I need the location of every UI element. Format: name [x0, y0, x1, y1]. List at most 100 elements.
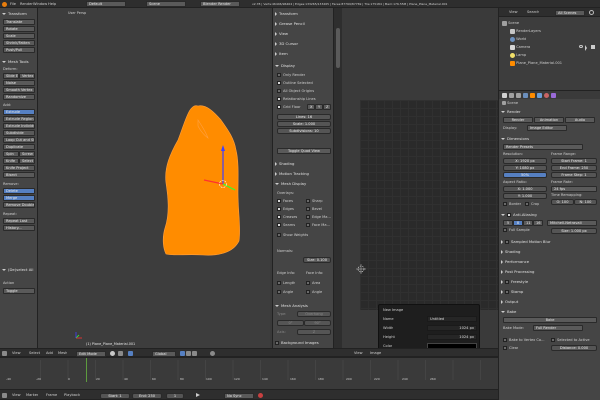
object-tab-icon[interactable]: [530, 92, 535, 98]
outliner-item-renderlayers[interactable]: RenderLayers: [510, 28, 541, 34]
transform-header[interactable]: Transform: [2, 10, 27, 17]
edges-checkbox[interactable]: Edges: [277, 206, 294, 212]
slide-vertex-button[interactable]: Vertex: [19, 73, 35, 79]
edge-angle-checkbox[interactable]: Angle: [277, 289, 293, 295]
outliner-item-lamp[interactable]: Lamp: [510, 52, 526, 58]
bake-button[interactable]: Bake: [503, 317, 597, 323]
smooth-vertex-button[interactable]: Smooth Vertex: [3, 87, 35, 93]
motion-tracking-section[interactable]: Motion Tracking: [275, 170, 309, 177]
image-editor[interactable]: [342, 8, 498, 348]
aa-filter-select[interactable]: Mitchell-Netravali: [547, 220, 597, 226]
duplicate-button[interactable]: Duplicate: [3, 144, 35, 150]
aspect-y-field[interactable]: Y: 1.000: [503, 193, 547, 199]
add-menu[interactable]: Add: [46, 350, 53, 356]
menu-help[interactable]: Help: [48, 1, 56, 7]
outliner-search-icon[interactable]: [589, 10, 594, 15]
mesh-display-section[interactable]: Mesh Display: [275, 180, 306, 187]
shrink-fatten-button[interactable]: Shrink/Fatten: [3, 40, 35, 46]
outliner-item-plane[interactable]: Plane_Plane_Material.001: [510, 60, 590, 66]
outline-selected-checkbox[interactable]: Outline Selected: [277, 80, 313, 86]
scale-button[interactable]: Scale: [3, 33, 35, 39]
start-frame-input[interactable]: Start: 1: [100, 392, 130, 399]
outliner-item-scene[interactable]: Scene: [502, 20, 519, 26]
view-section[interactable]: View: [275, 30, 288, 37]
action-select[interactable]: Toggle: [3, 288, 35, 294]
3d-viewport[interactable]: User Persp (1) Plane_Plane_Material.001: [38, 8, 270, 348]
freestyle-section[interactable]: Freestyle: [501, 278, 528, 285]
all-origins-checkbox[interactable]: All Object Origins: [277, 88, 314, 94]
blender-logo-icon[interactable]: [2, 1, 7, 7]
creases-checkbox[interactable]: Creases: [277, 214, 297, 220]
aa-samples-11[interactable]: 11: [523, 220, 533, 226]
render-presets-select[interactable]: Render Presets: [503, 144, 583, 150]
faces-checkbox[interactable]: Faces: [277, 198, 293, 204]
view-menu[interactable]: View: [12, 350, 21, 356]
image-editor-image-menu[interactable]: Image: [370, 350, 381, 356]
extrude-select[interactable]: Extrude: [3, 109, 35, 115]
rotate-button[interactable]: Rotate: [3, 26, 35, 32]
bake-section[interactable]: Bake: [501, 308, 516, 315]
shading-section[interactable]: Shading: [275, 160, 294, 167]
render-section[interactable]: Render: [501, 108, 521, 115]
bevel-checkbox[interactable]: Bevel: [306, 206, 322, 212]
world-tab-icon[interactable]: [523, 92, 528, 98]
anti-aliasing-section[interactable]: Anti-Aliasing: [501, 211, 537, 218]
remove-doubles-button[interactable]: Remove Doubles: [3, 202, 35, 208]
aa-samples-5[interactable]: 5: [503, 220, 513, 226]
motion-blur-section[interactable]: Sampled Motion Blur: [501, 238, 551, 245]
dimensions-section[interactable]: Dimensions: [501, 135, 529, 142]
aa-samples-16[interactable]: 16: [533, 220, 543, 226]
knife-project-button[interactable]: Knife Project: [3, 165, 35, 171]
show-weights-checkbox[interactable]: Show Weights: [277, 232, 308, 238]
start-frame-field[interactable]: Start Frame: 1: [551, 158, 597, 164]
crop-checkbox[interactable]: Crop: [525, 201, 539, 207]
slide-edge-button[interactable]: Slide Edge: [3, 73, 19, 79]
stamp-section[interactable]: Stamp: [501, 288, 523, 295]
resolution-x-field[interactable]: X: 1920 px: [503, 158, 547, 164]
analysis-min-field[interactable]: 0°: [277, 320, 304, 326]
push-pull-button[interactable]: Push/Pull: [3, 47, 35, 53]
render-engine-select[interactable]: Blender Render: [200, 1, 240, 7]
edge-marks-checkbox[interactable]: Edge Ma...: [306, 214, 331, 220]
image-height-field[interactable]: 1024 px: [427, 334, 477, 340]
mesh-object[interactable]: [38, 8, 270, 348]
aa-samples-8[interactable]: 8: [513, 220, 523, 226]
face-area-checkbox[interactable]: Area: [306, 280, 320, 286]
timeline-editor-icon[interactable]: [2, 393, 7, 398]
spin-button[interactable]: Spin: [3, 151, 19, 157]
3d-cursor-section[interactable]: 3D Cursor: [275, 40, 298, 47]
mesh-analysis-section[interactable]: Mesh Analysis: [275, 302, 308, 309]
bake-clear-checkbox[interactable]: Clear: [503, 345, 518, 351]
loop-cut-button[interactable]: Loop Cut and Slide: [3, 137, 35, 143]
performance-section[interactable]: Performance: [501, 258, 529, 265]
remap-new-field[interactable]: N: 100: [574, 199, 597, 205]
select-arrow-icon[interactable]: [585, 45, 587, 51]
face-angle-checkbox[interactable]: Angle: [306, 289, 322, 295]
analysis-max-field[interactable]: 90°: [304, 320, 331, 326]
timeline-view-menu[interactable]: View: [12, 392, 21, 398]
grease-pencil-section[interactable]: Grease Pencil: [275, 20, 305, 27]
editor-type-icon[interactable]: [2, 351, 7, 356]
grid-subdivisions-field[interactable]: Subdivisions: 10: [277, 128, 331, 134]
timeline-marker-menu[interactable]: Marker: [26, 392, 38, 398]
bake-mode-select[interactable]: Full Render: [533, 325, 583, 331]
resolution-percent-field[interactable]: 50%: [503, 172, 547, 178]
remap-old-field[interactable]: O: 100: [551, 199, 574, 205]
grid-floor-checkbox[interactable]: Grid Floor: [277, 104, 301, 110]
sync-select[interactable]: No Sync: [224, 392, 254, 399]
end-frame-field[interactable]: End Frame: 250: [551, 165, 597, 171]
timeline-playback-menu[interactable]: Playback: [64, 392, 80, 398]
end-frame-input[interactable]: End: 250: [132, 392, 162, 399]
vertex-select-icon[interactable]: [180, 351, 185, 356]
bisect-button[interactable]: Bisect: [3, 172, 35, 178]
border-checkbox[interactable]: Border: [503, 201, 521, 207]
output-section[interactable]: Output: [501, 298, 518, 305]
menu-window[interactable]: Window: [33, 1, 47, 7]
frame-step-field[interactable]: Frame Step: 1: [551, 172, 597, 178]
face-marks-checkbox[interactable]: Face Ma...: [306, 222, 330, 228]
item-section[interactable]: Item: [275, 50, 288, 57]
repeat-last-button[interactable]: Repeat Last: [3, 218, 35, 224]
shading-mode-icon[interactable]: [110, 351, 115, 356]
face-select-icon[interactable]: [192, 351, 197, 356]
subdivide-button[interactable]: Subdivide: [3, 130, 35, 136]
